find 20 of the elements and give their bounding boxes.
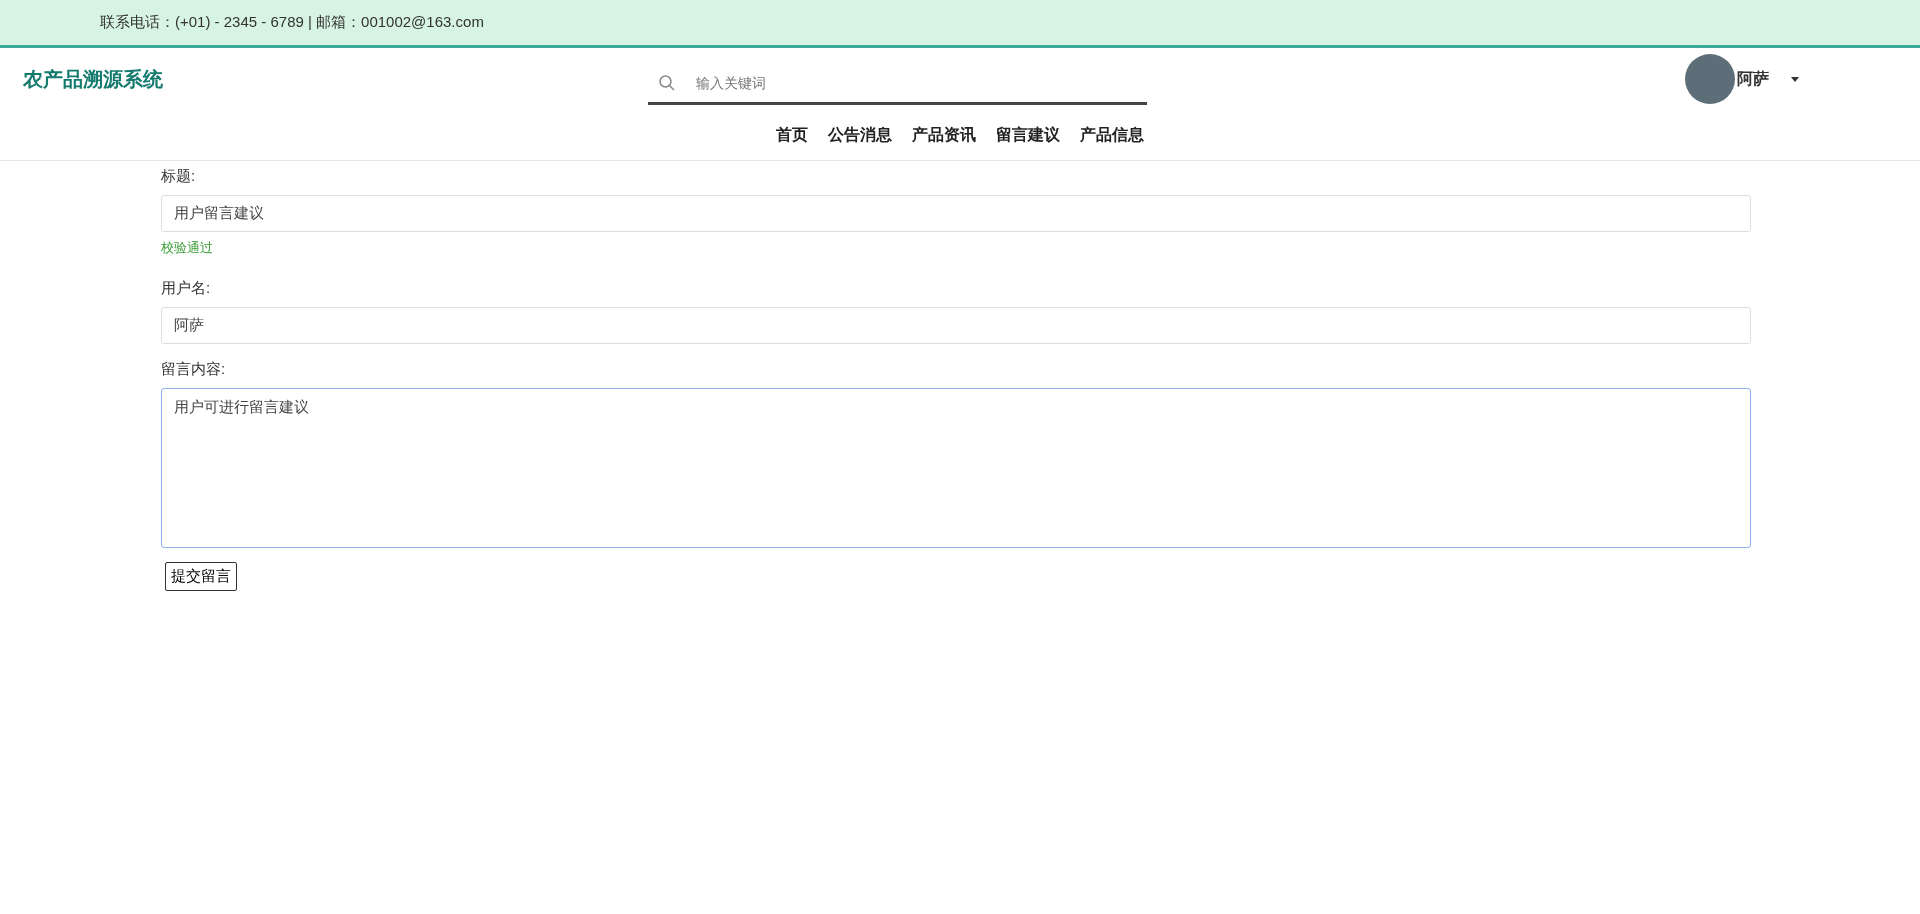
nav-link[interactable]: 产品资讯 <box>912 124 976 146</box>
user-name[interactable]: 阿萨 <box>1737 68 1769 90</box>
field-label: 用户名: <box>161 279 212 298</box>
field-label: 标题: <box>161 167 197 186</box>
nav-link[interactable]: 首页 <box>776 124 808 146</box>
avatar[interactable] <box>1685 54 1735 104</box>
text-field[interactable]: 用户留言建议 <box>161 195 1751 232</box>
site-logo[interactable]: 农产品溯源系统 <box>23 65 648 93</box>
search-field[interactable]: 输入关键词 <box>648 63 1147 105</box>
message-textarea[interactable]: 用户可进行留言建议 <box>161 388 1751 548</box>
nav-link[interactable]: 公告消息 <box>828 124 892 146</box>
caret-icon[interactable] <box>1791 76 1799 82</box>
text-field[interactable]: 阿萨 <box>161 307 1751 344</box>
contact-info: 联系电话：(+01) - 2345 - 6789 | 邮箱：001002@163.com <box>100 13 484 32</box>
validation-message: 校验通过 <box>161 239 214 257</box>
search-icon <box>658 73 676 92</box>
submit-button[interactable]: 提交留言 <box>165 562 237 591</box>
nav-link[interactable]: 留言建议 <box>996 124 1060 146</box>
nav-link[interactable]: 产品信息 <box>1080 124 1144 146</box>
field-label: 留言内容: <box>161 360 227 379</box>
